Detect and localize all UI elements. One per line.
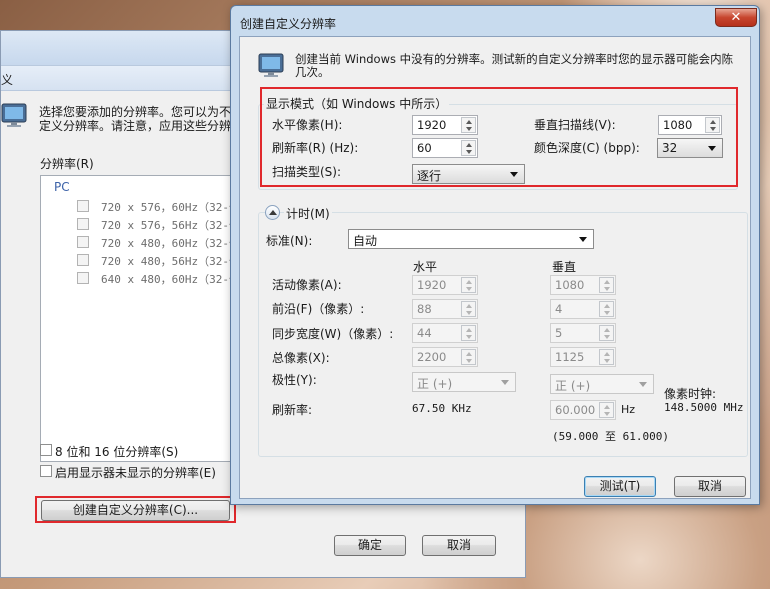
total-v-spinner[interactable]: 1125 bbox=[550, 347, 616, 367]
resolution-item-label: 720 x 480，60Hz（32-位 bbox=[101, 237, 240, 250]
cancel-button[interactable]: 取消 bbox=[674, 476, 746, 497]
front-porch-v-value: 4 bbox=[555, 302, 563, 316]
front-porch-v-spinner[interactable]: 4 bbox=[550, 299, 616, 319]
dialog-body: 创建当前 Windows 中没有的分辨率。测试新的自定义分辨率时您的显示器可能会… bbox=[239, 36, 751, 499]
timing-refresh-range: (59.000 至 61.000) bbox=[552, 430, 669, 443]
resolution-item-checkbox[interactable] bbox=[77, 218, 89, 230]
sync-width-h-spinner-arrows[interactable] bbox=[461, 325, 476, 341]
timing-refresh-unit: Hz bbox=[621, 403, 636, 416]
test-button[interactable]: 测试(T) bbox=[584, 476, 656, 497]
resolution-item-label: 720 x 480，56Hz（32-位 bbox=[101, 255, 240, 268]
polarity-v-select[interactable]: 正 (+) bbox=[550, 374, 654, 394]
pixel-clock-label: 像素时钟: bbox=[664, 387, 717, 401]
dialog-title: 创建自定义分辨率 bbox=[240, 17, 337, 31]
ok-button[interactable]: 确定 bbox=[334, 535, 406, 556]
resolution-list[interactable]: PC 720 x 576，60Hz（32-位 720 x 576，56Hz（32… bbox=[40, 175, 240, 462]
front-porch-h-spinner[interactable]: 88 bbox=[412, 299, 478, 319]
polarity-label: 极性(Y): bbox=[272, 373, 317, 387]
monitor-icon bbox=[1, 103, 29, 129]
close-icon: ✕ bbox=[730, 10, 742, 25]
timing-refresh-label: 刷新率: bbox=[272, 403, 313, 417]
horizontal-column-header: 水平 bbox=[413, 260, 438, 274]
back-description-line1: 选择您要添加的分辨率。您可以为不会 bbox=[39, 105, 239, 119]
check-hidden-resolutions-label: 启用显示器未显示的分辨率(E) bbox=[55, 466, 216, 480]
pixel-clock-value: 148.5000 MHz bbox=[664, 401, 744, 414]
sync-width-v-value: 5 bbox=[555, 326, 563, 340]
chevron-up-icon bbox=[269, 210, 277, 215]
resolution-item-label: 720 x 576，60Hz（32-位 bbox=[101, 201, 240, 214]
resolution-label: 分辨率(R) bbox=[40, 157, 94, 171]
standard-select[interactable]: 自动 bbox=[348, 229, 594, 249]
standard-value: 自动 bbox=[353, 234, 378, 248]
total-v-value: 1125 bbox=[555, 350, 585, 364]
resolution-group-pc: PC bbox=[54, 180, 70, 194]
monitor-icon bbox=[258, 53, 286, 79]
front-porch-h-value: 88 bbox=[417, 302, 432, 316]
active-v-spinner[interactable]: 1080 bbox=[550, 275, 616, 295]
front-porch-h-spinner-arrows[interactable] bbox=[461, 301, 476, 317]
sync-width-v-spinner[interactable]: 5 bbox=[550, 323, 616, 343]
create-custom-resolution-dialog: 创建自定义分辨率 ✕ 创建当前 Windows 中没有的分辨率。测试新的自定义分… bbox=[230, 5, 760, 505]
timing-refresh-v-spinner-arrows[interactable] bbox=[599, 402, 614, 418]
collapse-timing-button[interactable] bbox=[265, 205, 280, 220]
active-h-spinner-arrows[interactable] bbox=[461, 277, 476, 293]
resolution-item-label: 640 x 480，60Hz（32-位 bbox=[101, 273, 240, 286]
active-h-value: 1920 bbox=[417, 278, 447, 292]
close-button[interactable]: ✕ bbox=[715, 8, 757, 27]
back-description: 选择您要添加的分辨率。您可以为不会 定义分辨率。请注意，应用这些分辨率 bbox=[39, 105, 239, 133]
resolution-item-checkbox[interactable] bbox=[77, 272, 89, 284]
timing-refresh-v-spinner[interactable]: 60.000 bbox=[550, 400, 616, 420]
active-v-spinner-arrows[interactable] bbox=[599, 277, 614, 293]
create-custom-resolution-button[interactable]: 创建自定义分辨率(C)... bbox=[41, 500, 230, 521]
front-porch-v-spinner-arrows[interactable] bbox=[599, 301, 614, 317]
resolution-item-label: 720 x 576，56Hz（32-位 bbox=[101, 219, 240, 232]
chevron-down-icon bbox=[579, 237, 587, 242]
total-pixels-label: 总像素(X): bbox=[272, 351, 330, 365]
total-h-spinner[interactable]: 2200 bbox=[412, 347, 478, 367]
active-h-spinner[interactable]: 1920 bbox=[412, 275, 478, 295]
total-v-spinner-arrows[interactable] bbox=[599, 349, 614, 365]
active-v-value: 1080 bbox=[555, 278, 585, 292]
polarity-v-value: 正 (+) bbox=[555, 379, 591, 393]
chevron-down-icon bbox=[501, 380, 509, 385]
check-hidden-resolutions-box[interactable] bbox=[40, 465, 52, 477]
sync-width-v-spinner-arrows[interactable] bbox=[599, 325, 614, 341]
back-cancel-button[interactable]: 取消 bbox=[422, 535, 496, 556]
chevron-down-icon bbox=[639, 382, 647, 387]
dialog-description: 创建当前 Windows 中没有的分辨率。测试新的自定义分辨率时您的显示器可能会… bbox=[295, 52, 734, 79]
back-header-title: 义 bbox=[1, 73, 14, 87]
total-h-value: 2200 bbox=[417, 350, 447, 364]
resolution-item-checkbox[interactable] bbox=[77, 236, 89, 248]
check-8-16-bit-box[interactable] bbox=[40, 444, 52, 456]
resolution-item-checkbox[interactable] bbox=[77, 200, 89, 212]
sync-width-label: 同步宽度(W)（像素）: bbox=[272, 327, 394, 341]
total-h-spinner-arrows[interactable] bbox=[461, 349, 476, 365]
polarity-h-value: 正 (+) bbox=[417, 377, 453, 391]
standard-label: 标准(N): bbox=[266, 234, 313, 248]
active-pixels-label: 活动像素(A): bbox=[272, 278, 342, 292]
resolution-item-checkbox[interactable] bbox=[77, 254, 89, 266]
timing-legend: 计时(M) bbox=[284, 205, 332, 222]
sync-width-h-spinner[interactable]: 44 bbox=[412, 323, 478, 343]
front-porch-label: 前沿(F)（像素）: bbox=[272, 302, 365, 316]
vertical-column-header: 垂直 bbox=[552, 260, 577, 274]
highlight-display-mode bbox=[260, 87, 738, 187]
sync-width-h-value: 44 bbox=[417, 326, 432, 340]
back-description-line2: 定义分辨率。请注意，应用这些分辨率 bbox=[39, 119, 239, 133]
timing-refresh-v-value: 60.000 bbox=[555, 403, 596, 417]
timing-refresh-h-value: 67.50 KHz bbox=[412, 402, 472, 415]
polarity-h-select[interactable]: 正 (+) bbox=[412, 372, 516, 392]
check-8-16-bit-label: 8 位和 16 位分辨率(S) bbox=[55, 445, 179, 459]
